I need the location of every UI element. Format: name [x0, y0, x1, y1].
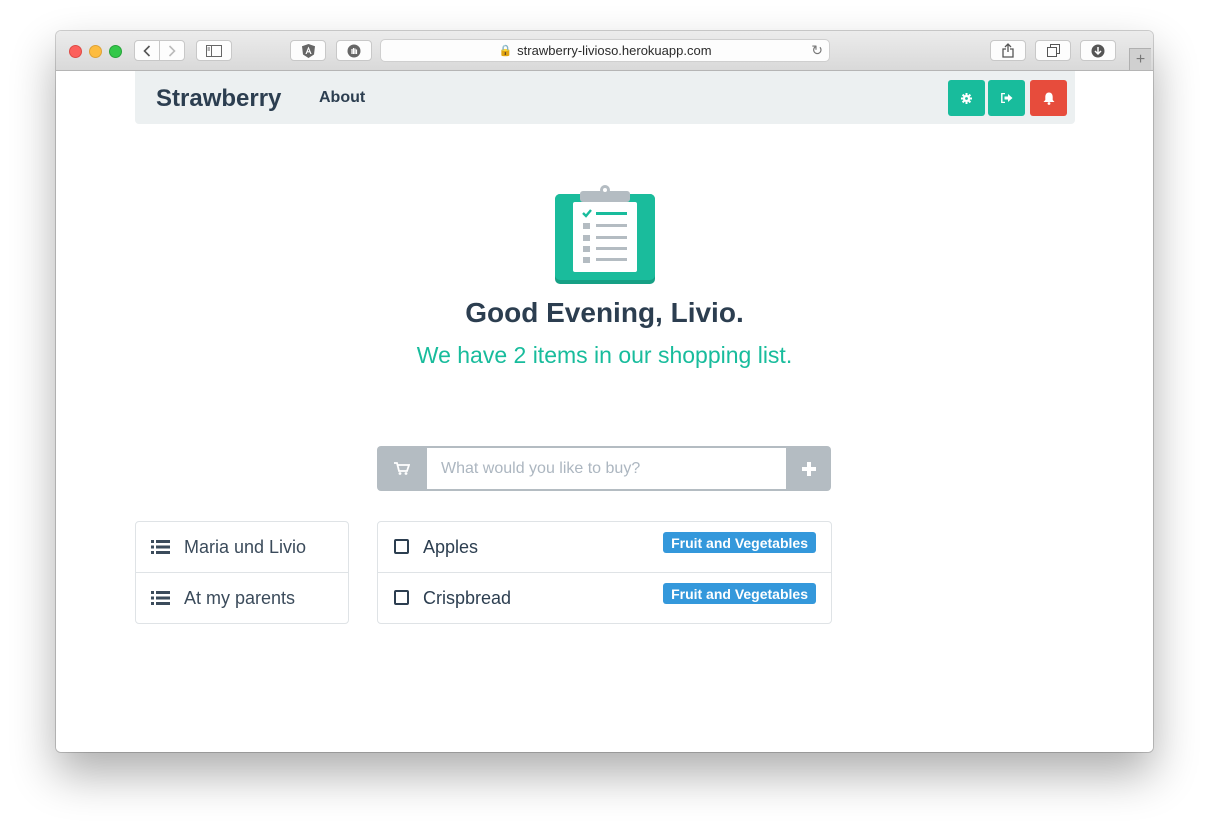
shopping-item-row: Apples Fruit and Vegetables: [378, 522, 831, 572]
close-window-button[interactable]: [69, 45, 82, 58]
download-icon: [1091, 44, 1105, 57]
item-checkbox[interactable]: [394, 590, 409, 605]
page-content: Strawberry About Good Evening, Livio. We…: [56, 71, 1153, 752]
item-label: Apples: [423, 537, 479, 557]
brand-logo[interactable]: Strawberry: [156, 85, 281, 113]
plus-icon: [801, 461, 816, 476]
hand-icon: [347, 44, 361, 57]
category-badge: Fruit and Vegetables: [663, 583, 816, 604]
list-icon: [151, 540, 170, 554]
list-item[interactable]: Maria und Livio: [136, 522, 348, 572]
shopping-cart-icon: [394, 462, 410, 475]
cart-addon: [377, 446, 427, 491]
gear-icon: [961, 92, 972, 104]
list-icon: [151, 591, 170, 605]
share-button[interactable]: [990, 40, 1026, 61]
sidebar-toggle-button[interactable]: [196, 40, 232, 61]
browser-window: 🔒 strawberry-livioso.herokuapp.com ↻ + S…: [56, 31, 1153, 752]
reload-icon[interactable]: ↻: [811, 42, 823, 59]
downloads-button[interactable]: [1080, 40, 1116, 61]
angular-extension-button[interactable]: [290, 40, 326, 61]
greeting-heading: Good Evening, Livio.: [465, 297, 744, 328]
tabs-icon: [1046, 44, 1060, 57]
fullscreen-window-button[interactable]: [109, 45, 122, 58]
browser-toolbar: 🔒 strawberry-livioso.herokuapp.com ↻ +: [56, 31, 1153, 71]
list-item[interactable]: At my parents: [136, 572, 348, 623]
lock-icon: 🔒: [498, 45, 513, 57]
new-tab-button[interactable]: +: [1129, 48, 1151, 70]
address-bar[interactable]: 🔒 strawberry-livioso.herokuapp.com ↻: [380, 39, 830, 62]
sidebar-icon: [206, 44, 222, 57]
back-button[interactable]: [134, 40, 160, 61]
list-label: At my parents: [184, 588, 296, 608]
settings-button[interactable]: [948, 80, 985, 116]
forward-button[interactable]: [159, 40, 185, 61]
shopping-lists-panel: Maria und Livio At my parents: [135, 521, 349, 624]
clipboard-checklist-icon: [555, 185, 655, 284]
add-item-form: [377, 446, 831, 491]
chevron-right-icon: [168, 44, 176, 57]
tabs-overview-button[interactable]: [1035, 40, 1071, 61]
sign-out-icon: [1000, 93, 1012, 103]
shopping-item-row: Crispbread Fruit and Vegetables: [378, 572, 831, 623]
minimize-window-button[interactable]: [89, 45, 102, 58]
privacy-extension-button[interactable]: [336, 40, 372, 61]
item-label: Crispbread: [423, 588, 512, 608]
notifications-button[interactable]: [1030, 80, 1067, 116]
chevron-left-icon: [143, 44, 151, 57]
share-icon: [1002, 43, 1014, 58]
logout-button[interactable]: [988, 80, 1025, 116]
new-item-input[interactable]: [427, 448, 786, 489]
navbar: Strawberry About: [135, 71, 1075, 124]
nav-about-link[interactable]: About: [319, 89, 365, 107]
item-checkbox[interactable]: [394, 539, 409, 554]
list-label: Maria und Livio: [184, 537, 307, 557]
shopping-items-panel: Apples Fruit and Vegetables Crispbread F…: [377, 521, 832, 624]
plus-icon: +: [1135, 50, 1146, 68]
bell-icon: [1043, 92, 1054, 105]
category-badge: Fruit and Vegetables: [663, 532, 816, 553]
url-text: strawberry-livioso.herokuapp.com: [517, 43, 712, 58]
item-count-subtitle: We have 2 items in our shopping list.: [416, 342, 793, 368]
angular-shield-icon: [301, 43, 315, 58]
add-item-button[interactable]: [786, 446, 831, 491]
